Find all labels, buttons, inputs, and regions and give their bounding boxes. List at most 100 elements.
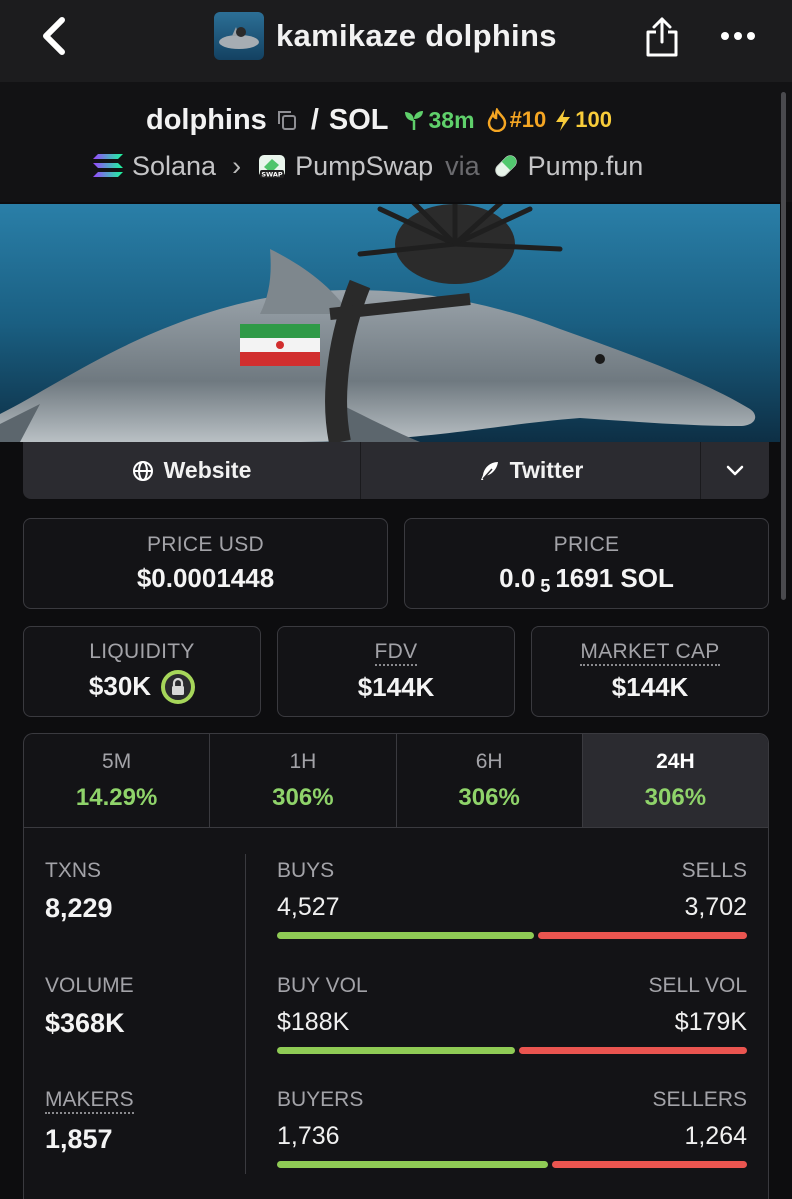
makers-label[interactable]: MAKERS: [45, 1088, 134, 1114]
price-native-label: PRICE: [553, 533, 620, 556]
dex-name: PumpSwap: [295, 150, 434, 181]
website-label: Website: [163, 457, 252, 483]
token-title: kamikaze dolphins: [214, 11, 557, 61]
token-name: kamikaze dolphins: [276, 18, 557, 53]
makers-value: 1,857: [45, 1124, 113, 1154]
market-cap-card: MARKET CAP $144K: [531, 626, 769, 717]
liquidity-value: $30K: [88, 671, 152, 701]
tab-5m[interactable]: 5M 14.29%: [24, 734, 211, 827]
txns-label: TXNS: [45, 859, 102, 882]
sell-bar: [519, 1047, 747, 1054]
market-cap-value: $144K: [611, 672, 689, 702]
liquidity-value-row: $30K: [88, 669, 196, 704]
pair-age-value: 38m: [428, 106, 475, 133]
timeframe-tabs: 5M 14.29% 1H 306% 6H 306% 24H 306%: [24, 734, 768, 828]
more-links-button[interactable]: [701, 442, 769, 499]
tab-change: 306%: [458, 783, 520, 811]
sell-vol-label: SELL VOL: [648, 974, 747, 997]
tab-change: 306%: [272, 783, 334, 811]
sellers-value: 1,264: [684, 1122, 747, 1150]
chain-name: Solana: [132, 150, 217, 181]
chevron-down-icon: [726, 465, 744, 475]
fdv-value: $144K: [357, 672, 435, 702]
txns-stat: TXNS 8,229: [45, 859, 113, 924]
tab-label: 6H: [475, 749, 503, 773]
share-button[interactable]: [640, 14, 684, 60]
scrollbar[interactable]: [781, 92, 786, 600]
makers-ratio-bar: [277, 1161, 747, 1168]
token-avatar: [214, 12, 264, 60]
tab-label: 5M: [102, 749, 132, 773]
tab-6h[interactable]: 6H 306%: [397, 734, 583, 827]
via-label: via: [445, 150, 480, 181]
more-options-button[interactable]: [716, 18, 760, 54]
breadcrumb: Solana › SWAP PumpSwap via Pump.fun: [92, 148, 643, 184]
pumpswap-icon: SWAP: [259, 155, 286, 179]
trending-rank-value: #10: [509, 107, 547, 132]
tab-label: 1H: [289, 749, 317, 773]
buy-vol-value: $188K: [277, 1008, 350, 1036]
pair-header: [0, 82, 792, 202]
pair-title-row: dolphins / SOL 38m #10 100: [146, 102, 612, 138]
solana-icon: [93, 154, 123, 177]
flame-icon: [487, 108, 506, 132]
token-banner-image: [0, 204, 780, 442]
launchpad-name: Pump.fun: [527, 150, 644, 181]
tab-24h[interactable]: 24H 306%: [582, 734, 768, 827]
chain-link[interactable]: Solana: [92, 151, 216, 182]
boost-value: 100: [575, 107, 612, 132]
buy-bar: [277, 932, 534, 939]
more-dots-icon: [721, 32, 755, 40]
price-native-zero-count: 5: [540, 576, 551, 596]
feather-icon: [480, 461, 498, 480]
sells-value: 3,702: [684, 893, 747, 921]
tab-change: 14.29%: [75, 783, 158, 811]
buys-sells-stat: BUYS SELLS 4,527 3,702: [277, 859, 747, 939]
buyers-label: BUYERS: [277, 1088, 364, 1111]
pair-separator: /: [310, 103, 319, 136]
fdv-label[interactable]: FDV: [374, 640, 418, 666]
share-icon: [646, 17, 678, 57]
sell-vol-value: $179K: [674, 1008, 747, 1036]
price-native-card: PRICE 0.0 5 1691 SOL: [404, 518, 769, 609]
twitter-label: Twitter: [509, 457, 584, 483]
buyers-value: 1,736: [277, 1122, 340, 1150]
lock-icon[interactable]: [161, 669, 196, 704]
price-usd-value: $0.0001448: [136, 563, 275, 593]
volume-ratio-bar: [277, 1047, 747, 1054]
price-native-suffix: 1691 SOL: [555, 563, 674, 593]
sprout-icon: [404, 111, 423, 130]
sellers-label: SELLERS: [652, 1088, 747, 1111]
volume-label: VOLUME: [45, 974, 134, 997]
buys-label: BUYS: [277, 859, 335, 882]
breadcrumb-chevron-icon: ›: [232, 150, 242, 181]
buyers-sellers-stat: BUYERS SELLERS 1,736 1,264: [277, 1088, 747, 1168]
chevron-left-icon: [43, 17, 65, 55]
sell-bar: [552, 1161, 747, 1168]
social-links: Website Twitter: [23, 442, 769, 499]
swap-badge-text: SWAP: [261, 171, 283, 179]
buy-bar: [277, 1047, 515, 1054]
base-symbol: dolphins: [146, 103, 267, 136]
globe-icon: [132, 460, 153, 481]
buy-vol-label: BUY VOL: [277, 974, 368, 997]
copy-icon[interactable]: [275, 108, 299, 132]
buys-value: 4,527: [277, 893, 340, 921]
dex-link[interactable]: SWAP PumpSwap: [257, 151, 433, 182]
liquidity-card: LIQUIDITY $30K: [23, 626, 261, 717]
fdv-card: FDV $144K: [277, 626, 515, 717]
launchpad-link[interactable]: Pump.fun: [492, 150, 644, 182]
website-button[interactable]: Website: [23, 442, 361, 499]
back-button[interactable]: [34, 16, 74, 56]
quote-symbol: SOL: [328, 103, 389, 136]
txns-ratio-bar: [277, 932, 747, 939]
tab-change: 306%: [644, 783, 707, 811]
tab-label: 24H: [656, 749, 695, 773]
pill-icon: [494, 155, 517, 177]
market-cap-label[interactable]: MARKET CAP: [580, 640, 720, 666]
sell-bar: [538, 932, 747, 939]
price-native-prefix: 0.0: [499, 563, 536, 593]
twitter-button[interactable]: Twitter: [361, 442, 701, 499]
buy-sell-volume-stat: BUY VOL SELL VOL $188K $179K: [277, 974, 747, 1054]
tab-1h[interactable]: 1H 306%: [210, 734, 397, 827]
